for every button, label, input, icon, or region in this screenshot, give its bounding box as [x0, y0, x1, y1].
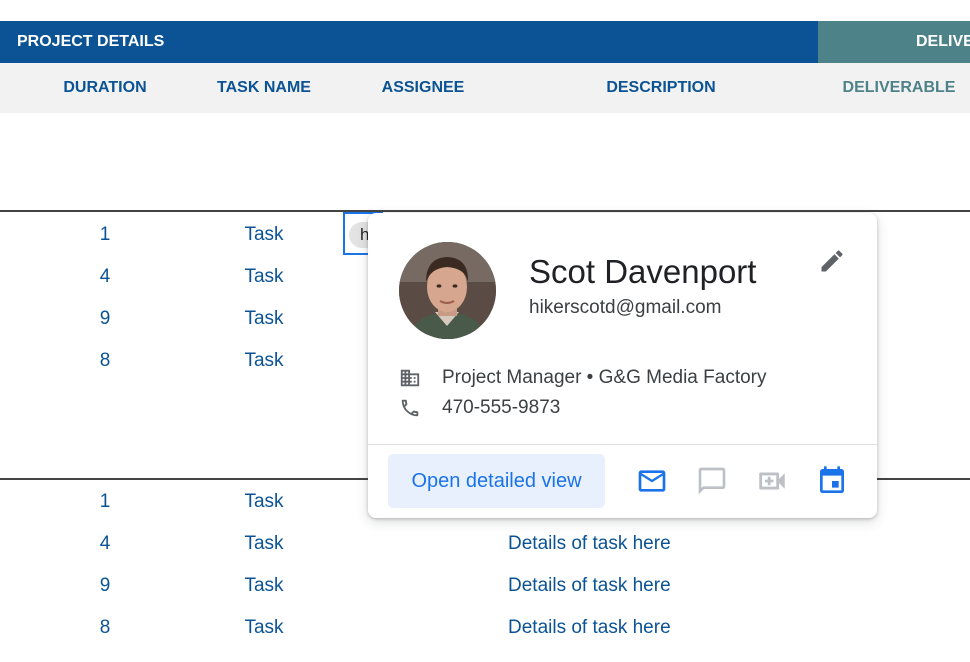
description-cell[interactable]: Details of task here — [508, 572, 671, 600]
duration-cell[interactable]: 8 — [100, 347, 111, 375]
avatar — [399, 242, 496, 339]
duration-cell[interactable]: 1 — [100, 221, 111, 249]
column-header-duration[interactable]: DURATION — [63, 63, 146, 113]
column-header-description[interactable]: DESCRIPTION — [606, 63, 715, 113]
schedule-event-button[interactable] — [814, 463, 850, 499]
pencil-icon — [821, 250, 843, 272]
avatar-photo — [399, 242, 496, 339]
organization-text: Project Manager • G&G Media Factory — [442, 367, 767, 388]
deliverables-label: DELIVERABLES — [916, 33, 970, 50]
description-cell[interactable]: Details of task here — [508, 614, 671, 642]
duration-cell[interactable]: 4 — [100, 263, 111, 291]
project-details-header: PROJECT DETAILS — [0, 21, 818, 63]
duration-cell[interactable]: 9 — [100, 572, 111, 600]
duration-cell[interactable]: 1 — [100, 488, 111, 516]
chat-button[interactable] — [694, 463, 730, 499]
column-header-deliverable[interactable]: DELIVERABLE — [843, 63, 956, 113]
group-divider — [0, 210, 970, 212]
chat-icon — [698, 467, 726, 495]
email-icon — [638, 470, 666, 492]
phone-row: 470-555-9873 — [399, 396, 560, 420]
deliverables-header: DELIVERABLES — [818, 21, 970, 63]
column-header-assignee[interactable]: ASSIGNEE — [382, 63, 465, 113]
contact-name: Scot Davenport — [529, 253, 757, 290]
organization-row: Project Manager • G&G Media Factory — [399, 366, 767, 390]
edit-contact-button[interactable] — [815, 244, 849, 278]
send-email-button[interactable] — [634, 463, 670, 499]
task-name-cell[interactable]: Task — [244, 572, 283, 600]
column-header-row: DURATION TASK NAME ASSIGNEE DESCRIPTION … — [0, 63, 970, 113]
task-name-cell[interactable]: Task — [244, 488, 283, 516]
open-detailed-view-button[interactable]: Open detailed view — [388, 454, 605, 508]
task-name-cell[interactable]: Task — [244, 530, 283, 558]
video-call-button[interactable] — [754, 463, 790, 499]
phone-text[interactable]: 470-555-9873 — [442, 397, 560, 419]
task-name-cell[interactable]: Task — [244, 263, 283, 291]
project-details-label: PROJECT DETAILS — [17, 33, 165, 50]
duration-cell[interactable]: 9 — [100, 305, 111, 333]
contact-card: Scot Davenport hikerscotd@gmail.com Proj… — [368, 213, 877, 518]
contact-email[interactable]: hikerscotd@gmail.com — [529, 297, 721, 319]
calendar-icon — [820, 466, 844, 493]
task-name-cell[interactable]: Task — [244, 305, 283, 333]
video-call-icon — [759, 472, 785, 490]
task-name-cell[interactable]: Task — [244, 614, 283, 642]
duration-cell[interactable]: 8 — [100, 614, 111, 642]
task-name-cell[interactable]: Task — [244, 347, 283, 375]
task-name-cell[interactable]: Task — [244, 221, 283, 249]
duration-cell[interactable]: 4 — [100, 530, 111, 558]
building-icon — [399, 366, 425, 390]
column-header-task-name[interactable]: TASK NAME — [217, 63, 311, 113]
card-divider — [368, 444, 877, 445]
phone-icon — [399, 396, 425, 420]
description-cell[interactable]: Details of task here — [508, 530, 671, 558]
